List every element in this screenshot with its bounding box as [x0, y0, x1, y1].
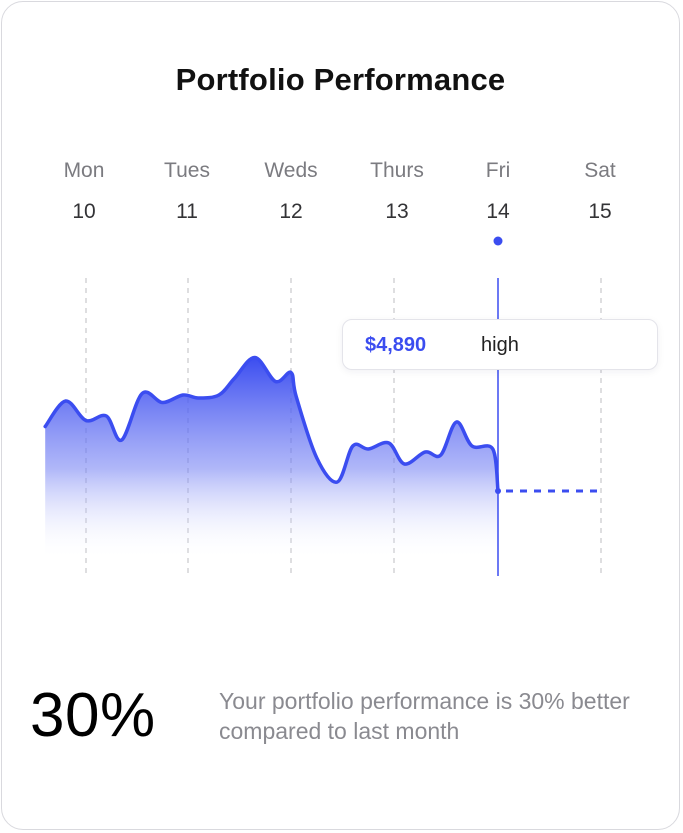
area-fill — [45, 357, 498, 560]
tooltip-label: high — [481, 334, 519, 356]
performance-description: Your portfolio performance is 30% better… — [219, 688, 630, 744]
performance-percentage: 30% — [30, 681, 156, 750]
selected-point-marker — [495, 488, 501, 494]
tooltip-value: $4,890 — [365, 334, 427, 356]
selected-day-dot — [493, 236, 503, 246]
value-tooltip: $4,890 high — [342, 319, 658, 370]
